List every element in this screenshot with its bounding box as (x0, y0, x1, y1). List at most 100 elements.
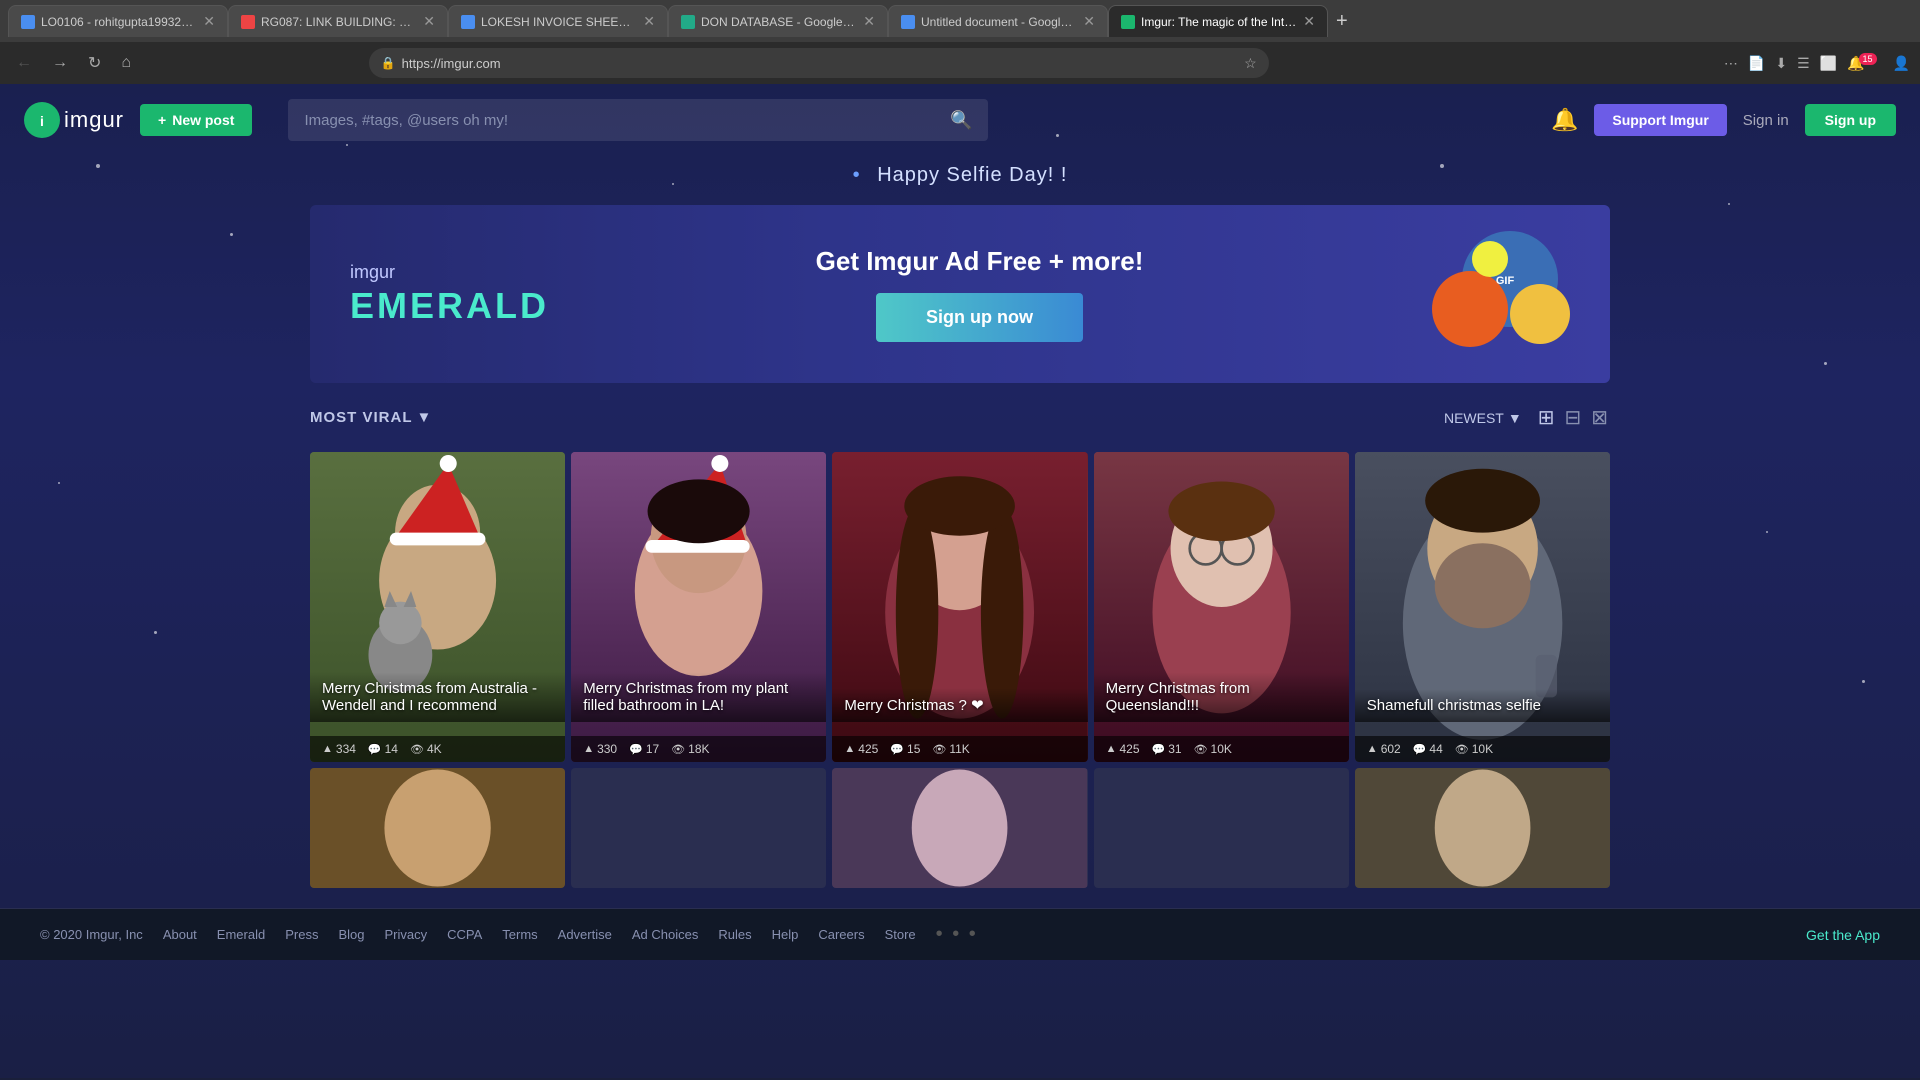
imgur-logo[interactable]: i imgur (24, 102, 124, 138)
most-viral-button[interactable]: MOST VIRAL ▼ (310, 409, 432, 426)
image-card-6[interactable] (310, 768, 565, 888)
lock-icon: 🔒 (381, 56, 396, 70)
arrow-up-icon: ▲ (583, 743, 594, 755)
signup-now-button[interactable]: Sign up now (876, 293, 1083, 342)
filter-right: NEWEST ▼ ⊞ ⊟ ⊠ (1444, 403, 1610, 432)
support-imgur-button[interactable]: Support Imgur (1594, 104, 1726, 136)
address-bar[interactable]: 🔒 https://imgur.com ☆ (369, 48, 1269, 78)
tab-close-icon[interactable]: ✕ (643, 13, 655, 30)
downloads-icon[interactable]: ⬇ (1775, 55, 1787, 72)
tab-close-icon[interactable]: ✕ (423, 13, 435, 30)
emerald-imgur-label: imgur (350, 262, 549, 283)
get-the-app-link[interactable]: Get the App (1806, 927, 1880, 943)
tab-favicon (681, 15, 695, 29)
sign-in-link[interactable]: Sign in (1743, 112, 1789, 129)
filter-bar: MOST VIRAL ▼ NEWEST ▼ ⊞ ⊟ ⊠ (310, 403, 1610, 432)
footer-link-terms[interactable]: Terms (502, 927, 537, 942)
browser-right-icons: ⋯ 📄 ⬇ ☰ ⬜ 🔔15 👤 (1724, 55, 1910, 72)
partial-card-image-3 (832, 768, 1087, 888)
image-card-7[interactable] (571, 768, 826, 888)
ups-count: 330 (597, 742, 617, 756)
reader-icon[interactable]: 📄 (1748, 55, 1765, 72)
screenshot-icon[interactable]: ⬜ (1820, 55, 1837, 72)
svg-text:GIF: GIF (1496, 275, 1515, 287)
tab-close-icon[interactable]: ✕ (1303, 13, 1315, 30)
footer-link-blog[interactable]: Blog (338, 927, 364, 942)
content-area: MOST VIRAL ▼ NEWEST ▼ ⊞ ⊟ ⊠ (290, 403, 1630, 888)
tab-don[interactable]: DON DATABASE - Google She... ✕ (668, 5, 888, 37)
large-grid-view-button[interactable]: ⊞ (1536, 403, 1557, 432)
image-card-9[interactable] (1094, 768, 1349, 888)
tab-imgur[interactable]: Imgur: The magic of the Inter... ✕ (1108, 5, 1328, 37)
reload-button[interactable]: ↻ (82, 49, 107, 77)
tab-lokesh[interactable]: LOKESH INVOICE SHEET - Go... ✕ (448, 5, 668, 37)
selfie-day-banner: Happy Selfie Day! (0, 156, 1920, 195)
tab-rg087[interactable]: RG087: LINK BUILDING: CB N... ✕ (228, 5, 448, 37)
image-card-8[interactable] (832, 768, 1087, 888)
footer-link-press[interactable]: Press (285, 927, 318, 942)
extensions-icon[interactable]: ⋯ (1724, 55, 1738, 72)
profile-icon[interactable]: 👤 (1893, 55, 1910, 72)
footer-link-about[interactable]: About (163, 927, 197, 942)
bookmark-icon[interactable]: ☆ (1244, 55, 1257, 72)
search-input[interactable] (304, 112, 940, 129)
footer-link-ccpa[interactable]: CCPA (447, 927, 482, 942)
card-stats-2: ▲ 330 💬 17 👁 18K (571, 736, 826, 762)
footer-link-ad-choices[interactable]: Ad Choices (632, 927, 698, 942)
tab-favicon (461, 15, 475, 29)
views-count: 10K (1472, 742, 1493, 756)
tab-favicon (21, 15, 35, 29)
footer-link-careers[interactable]: Careers (818, 927, 864, 942)
search-button[interactable]: 🔍 (950, 110, 972, 131)
image-card-1[interactable]: Merry Christmas from Australia - Wendell… (310, 452, 565, 762)
emerald-headline: Get Imgur Ad Free + more! (549, 246, 1410, 277)
image-card-2[interactable]: Merry Christmas from my plant filled bat… (571, 452, 826, 762)
imgur-footer: © 2020 Imgur, Inc About Emerald Press Bl… (0, 908, 1920, 960)
new-post-button[interactable]: + New post (140, 104, 252, 136)
image-grid: Merry Christmas from Australia - Wendell… (310, 452, 1610, 762)
image-card-10[interactable] (1355, 768, 1610, 888)
footer-link-help[interactable]: Help (772, 927, 799, 942)
tab-close-icon[interactable]: ✕ (863, 13, 875, 30)
notification-icon[interactable]: 🔔 (1551, 107, 1578, 133)
card-stats-5: ▲ 602 💬 44 👁 10K (1355, 736, 1610, 762)
image-card-5[interactable]: Shamefull christmas selfie ▲ 602 💬 44 👁 … (1355, 452, 1610, 762)
footer-link-store[interactable]: Store (885, 927, 916, 942)
bookmarks-icon[interactable]: ☰ (1797, 55, 1810, 72)
tab-title: Untitled document - Google ... (921, 15, 1077, 29)
small-grid-view-button[interactable]: ⊠ (1589, 403, 1610, 432)
footer-link-emerald[interactable]: Emerald (217, 927, 265, 942)
image-card-3[interactable]: Merry Christmas ? ❤ ▲ 425 💬 15 👁 11K (832, 452, 1087, 762)
newest-sort-button[interactable]: NEWEST ▼ (1444, 410, 1522, 426)
forward-button[interactable]: → (46, 50, 74, 76)
sign-up-button[interactable]: Sign up (1805, 104, 1896, 136)
medium-grid-view-button[interactable]: ⊟ (1562, 403, 1583, 432)
card-title-2: Merry Christmas from my plant filled bat… (571, 672, 826, 722)
views-count: 10K (1211, 742, 1232, 756)
home-button[interactable]: ⌂ (115, 50, 137, 76)
arrow-up-icon: ▲ (844, 743, 855, 755)
comments-stat: 💬 31 (1152, 742, 1182, 756)
tab-untitled[interactable]: Untitled document - Google ... ✕ (888, 5, 1108, 37)
back-button[interactable]: ← (10, 50, 38, 76)
views-count: 4K (427, 742, 442, 756)
search-bar: 🔍 (288, 99, 988, 141)
tab-lo0106[interactable]: LO0106 - rohitgupta199321@... ✕ (8, 5, 228, 37)
footer-link-advertise[interactable]: Advertise (558, 927, 612, 942)
ups-count: 425 (858, 742, 878, 756)
card-stats-4: ▲ 425 💬 31 👁 10K (1094, 736, 1349, 762)
image-card-4[interactable]: Merry Christmas from Queensland!!! ▲ 425… (1094, 452, 1349, 762)
footer-link-privacy[interactable]: Privacy (384, 927, 427, 942)
eye-icon: 👁 (671, 743, 685, 756)
tab-close-icon[interactable]: ✕ (1083, 13, 1095, 30)
views-count: 11K (949, 742, 969, 756)
ups-stat: ▲ 602 (1367, 742, 1401, 756)
tab-close-icon[interactable]: ✕ (203, 13, 215, 30)
views-count: 18K (688, 742, 709, 756)
footer-link-rules[interactable]: Rules (718, 927, 751, 942)
footer-more-dots[interactable]: • • • (936, 923, 978, 946)
ups-count: 334 (336, 742, 356, 756)
new-tab-button[interactable]: + (1328, 11, 1356, 31)
imgur-logo-text: imgur (64, 107, 124, 133)
views-stat: 👁 10K (1194, 742, 1232, 756)
